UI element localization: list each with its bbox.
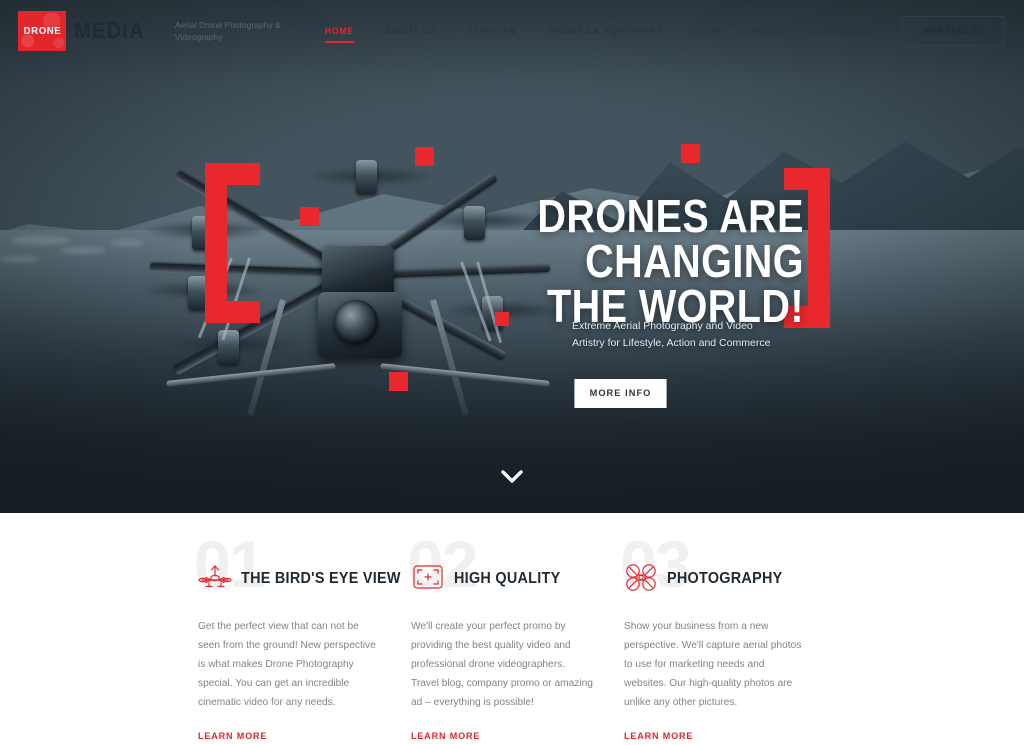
- learn-more-link-1[interactable]: LEARN MORE: [198, 731, 267, 742]
- nav-item-services[interactable]: SERVICES: [453, 20, 530, 42]
- feature-body-3: Show your business from a new perspectiv…: [624, 621, 802, 708]
- nav-item-contacts[interactable]: CONTACTS: [800, 20, 880, 42]
- feature-title-2: HIGH QUALITY: [454, 570, 561, 587]
- features-section: 01 THE BIRD'S EYE VIEW Get the perfect v…: [0, 513, 1024, 745]
- hero-title-line-1: DRONES ARE CHANGING: [537, 190, 804, 288]
- site-tagline: Aerial Drone Photography & Videography: [174, 19, 281, 42]
- hero-title: DRONES ARE CHANGING THE WORLD!: [469, 190, 804, 329]
- hero-section: DRONE MEDIA Aerial Drone Photography & V…: [0, 0, 1024, 513]
- nav-item-home[interactable]: HOME: [312, 20, 368, 43]
- learn-more-link-3[interactable]: LEARN MORE: [624, 731, 693, 742]
- drone-top-view-icon: [198, 564, 232, 595]
- site-header: DRONE MEDIA Aerial Drone Photography & V…: [0, 0, 1024, 62]
- feature-header-3: PHOTOGRAPHY: [624, 558, 837, 600]
- site-logo[interactable]: DRONE MEDIA: [18, 11, 151, 51]
- nav-item-drones-equipment[interactable]: DRONES & EQUIPMENT: [535, 20, 675, 42]
- feature-header-2: HIGH QUALITY: [411, 558, 624, 600]
- viewfinder-frame-icon: [411, 563, 445, 596]
- feature-title-1: THE BIRD'S EYE VIEW: [241, 570, 401, 587]
- nav-item-media[interactable]: MEDIA: [738, 20, 796, 42]
- logo-word: MEDIA: [74, 18, 145, 43]
- learn-more-link-2[interactable]: LEARN MORE: [411, 731, 480, 742]
- logo-badge: DRONE: [18, 11, 66, 51]
- nav-item-about-us[interactable]: ABOUT US: [371, 20, 449, 42]
- feature-card-3: 03 PHOTOGRAPHY Show your business from a…: [620, 527, 837, 744]
- feature-header-1: THE BIRD'S EYE VIEW: [198, 558, 411, 600]
- nav-item-shop[interactable]: SHOP: [681, 20, 735, 42]
- feature-body-2: We'll create your perfect promo by provi…: [411, 621, 593, 708]
- quadcopter-icon: [624, 562, 658, 597]
- feature-body-1: Get the perfect view that can not be see…: [198, 621, 376, 708]
- portfolio-button[interactable]: PORTFOLIO: [901, 16, 1004, 46]
- feature-card-2: 02 HIGH QUALITY We'll create your perfec…: [407, 527, 624, 744]
- features-grid: 01 THE BIRD'S EYE VIEW Get the perfect v…: [0, 513, 1024, 744]
- hero-subtitle: Extreme Aerial Photography and Video Art…: [572, 320, 771, 350]
- hero-content: DRONES ARE CHANGING THE WORLD! Extreme A…: [0, 0, 1024, 513]
- logo-badge-text: DRONE: [23, 25, 61, 37]
- more-info-button[interactable]: MORE INFO: [574, 379, 667, 408]
- main-navigation: HOME ABOUT US SERVICES DRONES & EQUIPMEN…: [310, 16, 1024, 46]
- chevron-down-icon[interactable]: [501, 470, 523, 489]
- feature-card-1: 01 THE BIRD'S EYE VIEW Get the perfect v…: [194, 527, 411, 744]
- feature-title-3: PHOTOGRAPHY: [667, 570, 783, 587]
